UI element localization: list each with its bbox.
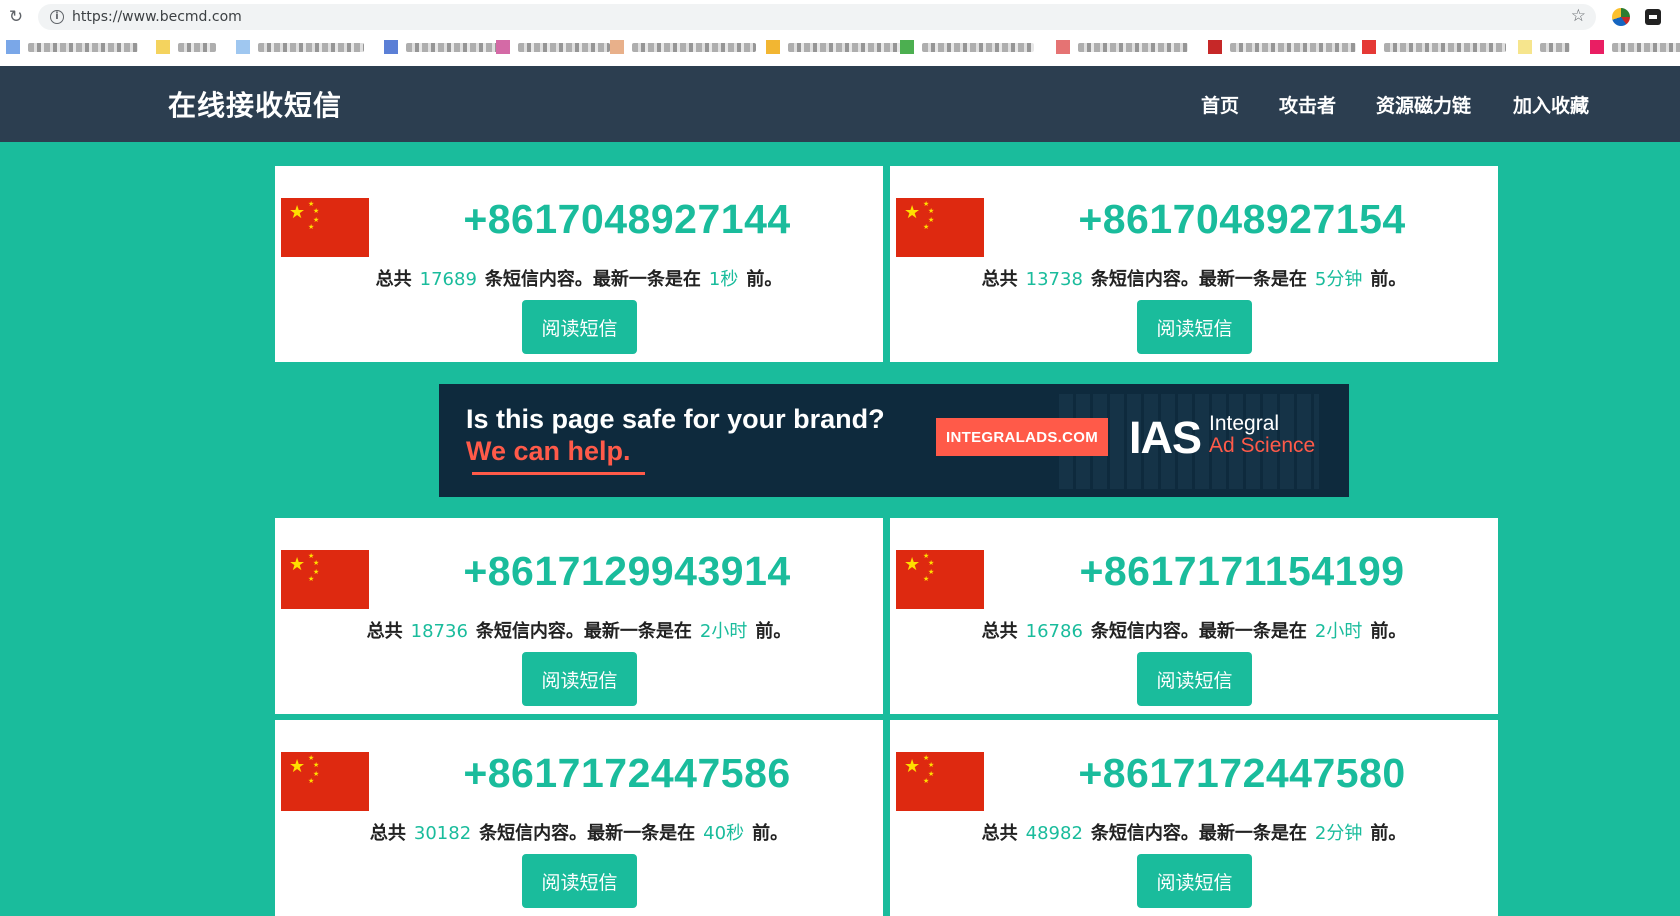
read-sms-button[interactable]: 阅读短信 xyxy=(1137,854,1252,908)
bookmark-item[interactable] xyxy=(900,40,1034,54)
china-flag-icon: ★ ★ ★ ★ ★ xyxy=(281,198,369,257)
last-sms-time: 1秒 xyxy=(708,269,739,290)
phone-card: ★ ★ ★ ★ ★ +8617048927154 总共 13738 条短信内容。最新… xyxy=(890,166,1498,362)
site-brand[interactable]: 在线接收短信 xyxy=(168,84,342,124)
bookmark-item[interactable] xyxy=(1056,40,1188,54)
bookmark-item[interactable] xyxy=(6,40,138,54)
star-icon[interactable]: ☆ xyxy=(1571,6,1586,26)
url-field[interactable]: i https://www.becmd.com ☆ xyxy=(38,4,1596,30)
ad-brand-line1: Integral xyxy=(1209,412,1280,435)
phone-number[interactable]: +8617172447580 xyxy=(986,750,1498,797)
ad-underline xyxy=(472,472,645,475)
read-sms-button[interactable]: 阅读短信 xyxy=(1137,652,1252,706)
sms-stats: 总共 30182 条短信内容。最新一条是在 40秒 前。 xyxy=(369,823,789,844)
china-flag-icon: ★ ★ ★ ★ ★ xyxy=(281,752,369,811)
ad-tagline: We can help. xyxy=(466,436,631,466)
phone-number[interactable]: +8617172447586 xyxy=(371,750,883,797)
bookmark-item[interactable] xyxy=(1590,40,1680,54)
ias-logo: IAS xyxy=(1129,412,1202,463)
last-sms-time: 2小时 xyxy=(699,621,748,642)
china-flag-icon: ★ ★ ★ ★ ★ xyxy=(281,550,369,609)
ad-headline: Is this page safe for your brand? xyxy=(466,404,885,434)
sms-total-count: 13738 xyxy=(1025,269,1083,290)
bookmark-item[interactable] xyxy=(496,40,610,54)
reload-icon[interactable]: ↻ xyxy=(7,8,25,26)
read-sms-button[interactable]: 阅读短信 xyxy=(1137,300,1252,354)
sms-total-count: 17689 xyxy=(419,269,477,290)
china-flag-icon: ★ ★ ★ ★ ★ xyxy=(896,752,984,811)
phone-number[interactable]: +8617129943914 xyxy=(371,548,883,595)
ad-brand-line2: Ad Science xyxy=(1209,434,1316,457)
last-sms-time: 40秒 xyxy=(703,823,745,844)
sms-stats: 总共 13738 条短信内容。最新一条是在 5分钟 前。 xyxy=(981,269,1407,290)
phone-number[interactable]: +8617171154199 xyxy=(986,548,1498,595)
info-icon[interactable]: i xyxy=(50,10,64,24)
nav-attacker[interactable]: 攻击者 xyxy=(1279,91,1336,118)
sms-total-count: 18736 xyxy=(410,621,468,642)
ad-cta-button[interactable]: INTEGRALADS.COM xyxy=(936,418,1108,456)
read-sms-button[interactable]: 阅读短信 xyxy=(522,300,637,354)
nav-home[interactable]: 首页 xyxy=(1201,91,1239,118)
read-sms-button[interactable]: 阅读短信 xyxy=(522,854,637,908)
last-sms-time: 2小时 xyxy=(1314,621,1363,642)
bookmarks-bar xyxy=(0,34,1680,66)
phone-card: ★ ★ ★ ★ ★ +8617129943914 总共 18736 条短信内容。最新… xyxy=(275,518,883,714)
sms-stats: 总共 48982 条短信内容。最新一条是在 2分钟 前。 xyxy=(981,823,1407,844)
browser-address-bar: ↻ i https://www.becmd.com ☆ xyxy=(0,0,1680,34)
sms-total-count: 30182 xyxy=(413,823,472,844)
sms-stats: 总共 18736 条短信内容。最新一条是在 2小时 前。 xyxy=(366,621,792,642)
nav-magnet-links[interactable]: 资源磁力链 xyxy=(1376,91,1471,118)
china-flag-icon: ★ ★ ★ ★ ★ xyxy=(896,198,984,257)
sms-total-count: 16786 xyxy=(1025,621,1083,642)
bookmark-item[interactable] xyxy=(156,40,216,54)
bookmark-item[interactable] xyxy=(1208,40,1356,54)
phone-card: ★ ★ ★ ★ ★ +8617171154199 总共 16786 条短信内容。最新… xyxy=(890,518,1498,714)
phone-number[interactable]: +8617048927144 xyxy=(371,196,883,243)
extension-globe-icon[interactable] xyxy=(1612,8,1630,26)
last-sms-time: 2分钟 xyxy=(1314,823,1363,844)
site-navbar: 在线接收短信 首页 攻击者 资源磁力链 加入收藏 xyxy=(0,66,1680,142)
phone-card: ★ ★ ★ ★ ★ +8617172447580 总共 48982 条短信内容。最新… xyxy=(890,720,1498,916)
last-sms-time: 5分钟 xyxy=(1314,269,1363,290)
url-text: https://www.becmd.com xyxy=(72,9,242,25)
bookmark-item[interactable] xyxy=(1362,40,1506,54)
phone-card: ★ ★ ★ ★ ★ +8617172447586 总共 30182 条短信内容。最新… xyxy=(275,720,883,916)
sms-total-count: 48982 xyxy=(1025,823,1083,844)
bookmark-item[interactable] xyxy=(236,40,364,54)
ad-banner[interactable]: Is this page safe for your brand? We can… xyxy=(439,384,1349,497)
bookmark-item[interactable] xyxy=(610,40,756,54)
bookmark-item[interactable] xyxy=(384,40,502,54)
nav-bookmark[interactable]: 加入收藏 xyxy=(1513,91,1589,118)
read-sms-button[interactable]: 阅读短信 xyxy=(522,652,637,706)
bookmark-item[interactable] xyxy=(1518,40,1570,54)
extension-icon[interactable] xyxy=(1645,9,1661,25)
phone-card: ★ ★ ★ ★ ★ +8617048927144 总共 17689 条短信内容。最新… xyxy=(275,166,883,362)
phone-number[interactable]: +8617048927154 xyxy=(986,196,1498,243)
china-flag-icon: ★ ★ ★ ★ ★ xyxy=(896,550,984,609)
sms-stats: 总共 16786 条短信内容。最新一条是在 2小时 前。 xyxy=(981,621,1407,642)
sms-stats: 总共 17689 条短信内容。最新一条是在 1秒 前。 xyxy=(375,269,783,290)
bookmark-item[interactable] xyxy=(766,40,902,54)
